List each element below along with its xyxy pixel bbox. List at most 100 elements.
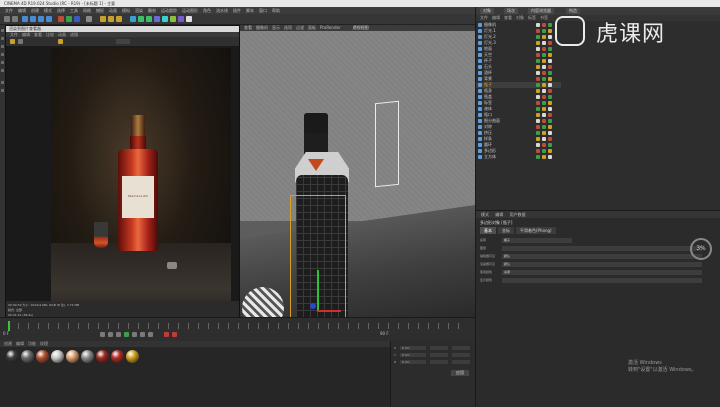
- stop-icon[interactable]: [18, 39, 23, 44]
- material-tag-icon[interactable]: [542, 41, 546, 45]
- material-tag-icon[interactable]: [548, 59, 552, 63]
- material-tag-icon[interactable]: [548, 107, 552, 111]
- material-tag-icon[interactable]: [548, 35, 552, 39]
- material-tag-icon[interactable]: [548, 47, 552, 51]
- material-tag-icon[interactable]: [548, 89, 552, 93]
- coord-y-size-field[interactable]: [430, 353, 448, 357]
- material-tag-icon[interactable]: [542, 71, 546, 75]
- light-icon[interactable]: [186, 16, 192, 22]
- attribute-field[interactable]: 默认: [502, 262, 702, 267]
- material-tag-icon[interactable]: [536, 89, 540, 93]
- play-icon[interactable]: [124, 332, 129, 337]
- material-tag-icon[interactable]: [536, 35, 540, 39]
- material-tag-icon[interactable]: [548, 71, 552, 75]
- zoom-field[interactable]: [116, 39, 130, 44]
- pen-spline-icon[interactable]: [138, 16, 144, 22]
- material-tag-icon[interactable]: [548, 83, 552, 87]
- cube-icon[interactable]: [130, 16, 136, 22]
- material-tag-icon[interactable]: [542, 89, 546, 93]
- material-tag-icon[interactable]: [548, 101, 552, 105]
- menu-item[interactable]: 帮助: [272, 8, 280, 13]
- attr-menu-userdata[interactable]: 用户数据: [510, 212, 526, 217]
- material-tag-icon[interactable]: [548, 95, 552, 99]
- coord-x-size-field[interactable]: [430, 346, 448, 350]
- x-axis-icon[interactable]: [58, 16, 64, 22]
- material-tag-icon[interactable]: [548, 155, 552, 159]
- make-editable-icon[interactable]: [1, 29, 4, 32]
- menu-item[interactable]: 编辑: [18, 8, 26, 13]
- z-axis-icon[interactable]: [74, 16, 80, 22]
- material-tag-icon[interactable]: [536, 71, 540, 75]
- tab-structure[interactable]: 构造: [566, 8, 580, 14]
- frame-end[interactable]: 90 F: [380, 331, 389, 336]
- menu-item[interactable]: 工具: [70, 8, 78, 13]
- floor-icon[interactable]: [170, 16, 176, 22]
- material-tag-icon[interactable]: [536, 53, 540, 57]
- material-tag-icon[interactable]: [542, 95, 546, 99]
- viewport-menu-item[interactable]: ProRender: [320, 25, 341, 30]
- undo-icon[interactable]: [4, 16, 10, 22]
- material-ball[interactable]: [36, 350, 49, 363]
- coordinate-system-icon[interactable]: [86, 16, 92, 22]
- material-tag-icon[interactable]: [542, 119, 546, 123]
- material-tag-icon[interactable]: [536, 65, 540, 69]
- material-tag-icon[interactable]: [542, 143, 546, 147]
- object-menu-item[interactable]: 查看: [504, 15, 512, 20]
- tab-objects[interactable]: 对象: [480, 8, 494, 14]
- material-ball[interactable]: [96, 350, 109, 363]
- object-menu-item[interactable]: 对象: [516, 15, 524, 20]
- menu-item[interactable]: 角色: [203, 8, 211, 13]
- material-menu-item[interactable]: 创建: [4, 341, 12, 346]
- menu-item[interactable]: 窗口: [259, 8, 267, 13]
- object-row[interactable]: 立方体: [476, 154, 561, 160]
- subdivision-surface-icon[interactable]: [146, 16, 152, 22]
- material-tag-icon[interactable]: [548, 119, 552, 123]
- record-icon[interactable]: [164, 332, 169, 337]
- material-tag-icon[interactable]: [548, 65, 552, 69]
- frame-start[interactable]: 0 F: [3, 331, 9, 336]
- material-tag-icon[interactable]: [548, 41, 552, 45]
- material-tag-icon[interactable]: [542, 65, 546, 69]
- attr-menu-edit[interactable]: 编辑: [495, 212, 503, 217]
- workplane-icon[interactable]: [1, 89, 4, 92]
- attribute-field[interactable]: [502, 246, 702, 251]
- menu-item[interactable]: 脚本: [246, 8, 254, 13]
- model-mode-icon[interactable]: [1, 37, 4, 40]
- timeline-ruler[interactable]: [8, 323, 468, 329]
- bend-deformer-icon[interactable]: [162, 16, 168, 22]
- redo-icon[interactable]: [12, 16, 18, 22]
- material-tag-icon[interactable]: [536, 149, 540, 153]
- coord-h-field[interactable]: [452, 346, 470, 350]
- material-tag-icon[interactable]: [536, 107, 540, 111]
- menu-item[interactable]: 捕捉: [96, 8, 104, 13]
- prev-frame-icon[interactable]: [116, 332, 121, 337]
- material-tag-icon[interactable]: [536, 41, 540, 45]
- live-select-icon[interactable]: [22, 16, 28, 22]
- material-ball[interactable]: [81, 350, 94, 363]
- material-tag-icon[interactable]: [548, 113, 552, 117]
- y-axis-handle[interactable]: [317, 270, 319, 312]
- material-tag-icon[interactable]: [536, 95, 540, 99]
- material-tag-icon[interactable]: [548, 125, 552, 129]
- material-tag-icon[interactable]: [542, 149, 546, 153]
- material-tag-icon[interactable]: [548, 77, 552, 81]
- coord-z-size-field[interactable]: [430, 360, 448, 364]
- rotate-icon[interactable]: [46, 16, 52, 22]
- tab-takes[interactable]: 场次: [504, 8, 518, 14]
- object-menu-item[interactable]: 文件: [480, 15, 488, 20]
- render-to-picture-viewer-icon[interactable]: [108, 16, 114, 22]
- material-tag-icon[interactable]: [548, 131, 552, 135]
- timeline-playhead[interactable]: [8, 321, 10, 331]
- viewport-menu-item[interactable]: 面板: [308, 25, 316, 30]
- material-tag-icon[interactable]: [548, 143, 552, 147]
- material-tag-icon[interactable]: [536, 119, 540, 123]
- attribute-field[interactable]: 瓶子: [502, 238, 572, 243]
- material-ball[interactable]: [126, 350, 139, 363]
- viewport-menu-item[interactable]: 过滤: [296, 25, 304, 30]
- object-menu-item[interactable]: 书签: [540, 15, 548, 20]
- material-tag-icon[interactable]: [536, 155, 540, 159]
- y-axis-icon[interactable]: [66, 16, 72, 22]
- material-ball[interactable]: [21, 350, 34, 363]
- material-tag-icon[interactable]: [548, 137, 552, 141]
- scale-icon[interactable]: [38, 16, 44, 22]
